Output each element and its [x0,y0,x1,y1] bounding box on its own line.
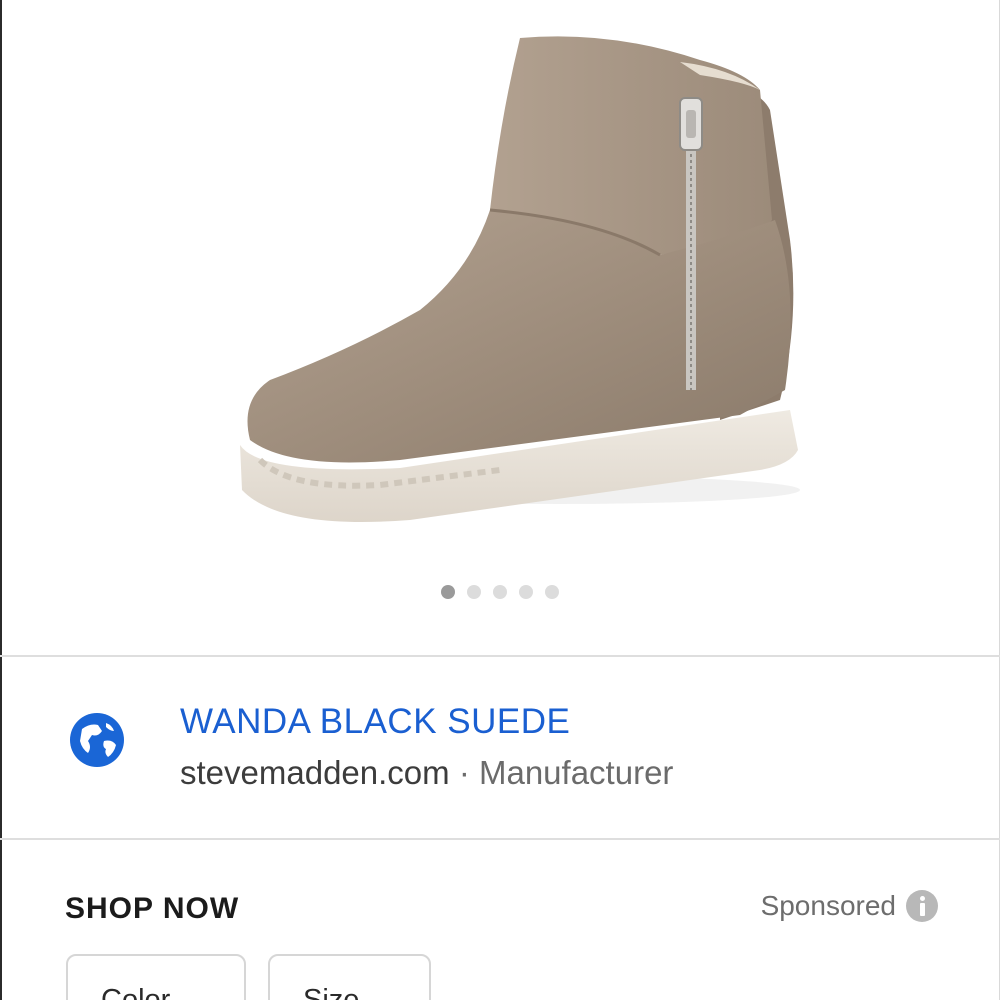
globe-icon [70,713,124,767]
carousel-dot-1[interactable] [441,585,455,599]
carousel-dot-2[interactable] [467,585,481,599]
carousel-dot-3[interactable] [493,585,507,599]
carousel-dots [0,585,1000,601]
color-filter-dropdown[interactable]: Color [66,954,246,1000]
screen: WANDA BLACK SUEDE stevemadden.com · Manu… [0,0,1000,1000]
zipper-pull-slot [686,110,696,138]
info-icon[interactable] [906,890,938,922]
chevron-down-icon [195,993,215,1000]
result-title-link[interactable]: WANDA BLACK SUEDE [180,702,570,742]
result-source-type: Manufacturer [478,754,674,791]
carousel-dot-4[interactable] [519,585,533,599]
size-filter-label: Size [303,984,360,1000]
window-edge-left [0,0,2,1000]
product-image[interactable] [200,20,820,560]
divider-bottom [0,838,1000,840]
carousel-dot-5[interactable] [545,585,559,599]
result-source: stevemadden.com · Manufacturer [180,754,673,792]
result-separator: · [458,754,470,791]
chevron-down-icon [371,993,391,1000]
color-filter-label: Color [101,984,171,1000]
sponsored-label: Sponsored [760,890,896,921]
size-filter-dropdown[interactable]: Size [268,954,431,1000]
divider-top [0,655,1000,657]
result-domain[interactable]: stevemadden.com [180,754,450,791]
sponsored-badge: Sponsored [761,890,938,922]
shop-now-heading: SHOP NOW [65,892,240,925]
search-result: WANDA BLACK SUEDE stevemadden.com · Manu… [0,658,1000,838]
